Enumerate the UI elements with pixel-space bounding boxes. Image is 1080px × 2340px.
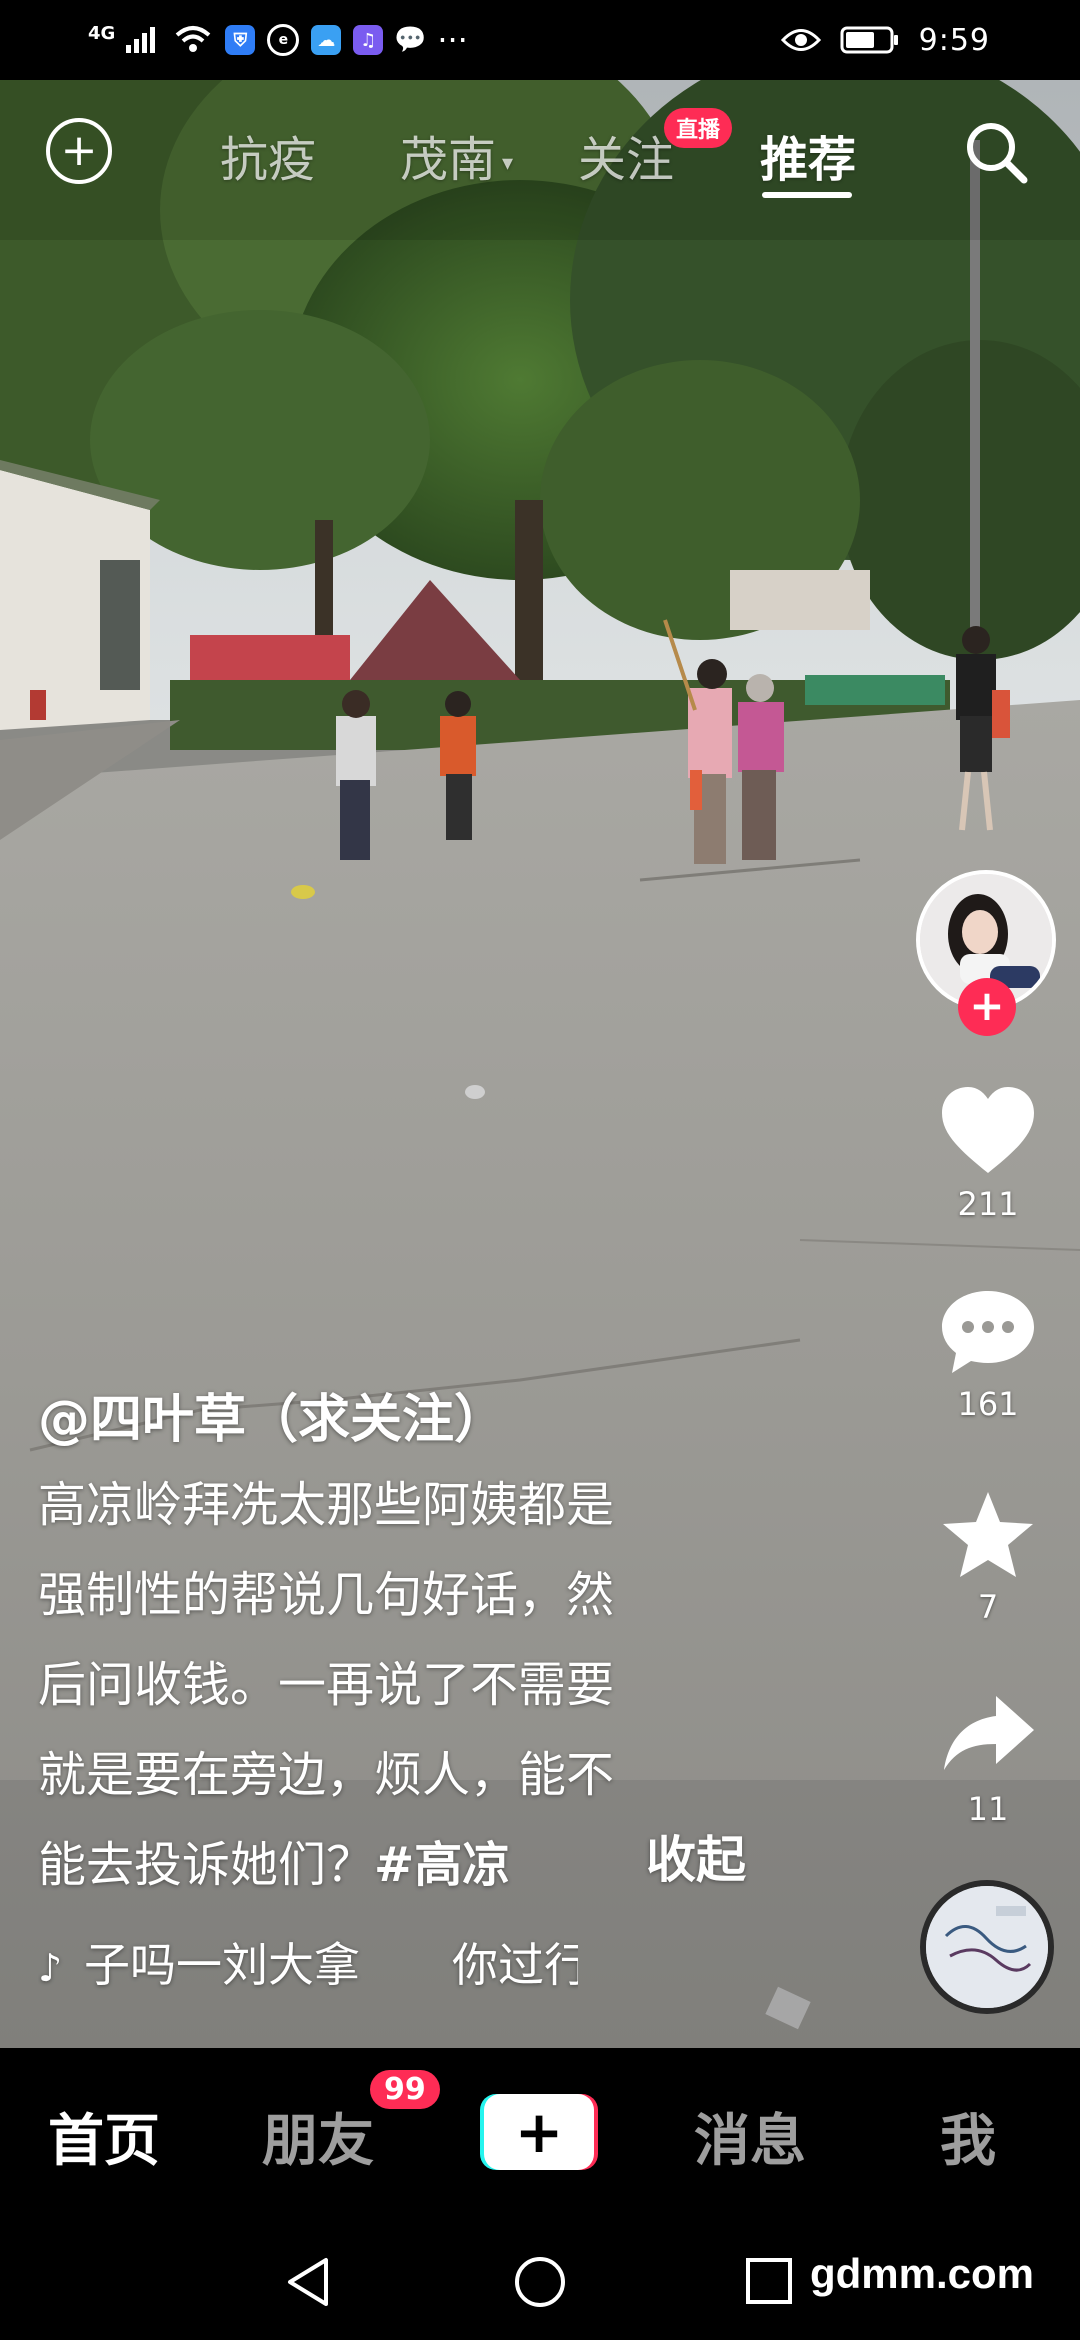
signal-icon [121, 20, 161, 60]
heart-icon [942, 1087, 1034, 1173]
eye-comfort-icon [780, 20, 821, 60]
follow-button[interactable]: + [958, 978, 1016, 1036]
comment-count: 161 [957, 1385, 1019, 1423]
star-icon [943, 1492, 1033, 1577]
search-button[interactable] [962, 118, 1032, 188]
music-title[interactable]: ♪ 子吗一刘大拿 你过行 [38, 1930, 578, 2000]
wifi-icon [173, 20, 213, 60]
tab-anti-epidemic[interactable]: 抗疫 [220, 120, 316, 190]
tab-friends[interactable]: 朋友 [262, 2096, 374, 2177]
favorite-button[interactable]: 7 [928, 1488, 1048, 1626]
top-nav: + 抗疫 茂南 ▾ 关注 直播 推荐 [0, 80, 1080, 220]
status-left: 4G ⛨ e ☁ ♫ 💬 ··· [88, 18, 468, 62]
back-triangle-icon[interactable] [282, 2254, 334, 2310]
tab-messages[interactable]: 消息 [694, 2096, 806, 2177]
chevron-down-icon: ▾ [502, 150, 514, 176]
favorite-count: 7 [977, 1588, 999, 1626]
tab-me[interactable]: 我 [940, 2096, 996, 2177]
plus-icon: + [484, 2094, 594, 2170]
music-cover-image [926, 1886, 1048, 2008]
active-tab-indicator [762, 192, 852, 198]
share-count: 11 [967, 1790, 1009, 1828]
music-app-icon: ♫ [353, 25, 384, 55]
comment-button[interactable]: 161 [928, 1285, 1048, 1423]
shield-app-icon: ⛨ [225, 25, 256, 55]
wechat-icon: 💬 [394, 25, 427, 55]
author-name[interactable]: @四叶草（求关注） [38, 1380, 778, 1460]
status-bar: 4G ⛨ e ☁ ♫ 💬 ··· 9:59 [0, 0, 1080, 80]
video-feed-screen: 4G ⛨ e ☁ ♫ 💬 ··· 9:59 + 抗疫 茂南 ▾ 关注 直播 推荐… [0, 0, 1080, 2340]
cloud-app-icon: ☁ [311, 25, 342, 55]
tab-local-label: 茂南 [400, 132, 497, 188]
hashtag-link[interactable]: #高凉 [374, 1837, 510, 1893]
clock: 9:59 [918, 22, 990, 58]
live-badge: 直播 [664, 108, 733, 148]
status-right: 9:59 [780, 18, 990, 62]
battery-icon [839, 20, 901, 60]
search-icon [967, 123, 1028, 184]
like-button[interactable]: 211 [928, 1085, 1048, 1223]
network-type-label: 4G [88, 22, 116, 44]
share-arrow-icon [944, 1696, 1034, 1770]
tab-recommended[interactable]: 推荐 [760, 120, 856, 190]
home-circle-icon[interactable] [512, 2254, 568, 2310]
caption-line: 强制性的帮说几句好话，然 [38, 1567, 615, 1623]
share-button[interactable]: 11 [928, 1690, 1048, 1828]
music-note-icon: ♪ [38, 1946, 63, 1990]
caption-line: 后问收钱。一再说了不需要 [38, 1657, 615, 1713]
tab-local[interactable]: 茂南 ▾ [400, 120, 513, 190]
bottom-tab-bar: 首页 朋友 99 + 消息 我 [0, 2048, 1080, 2226]
like-count: 211 [957, 1185, 1019, 1223]
add-circle-button[interactable]: + [46, 118, 112, 184]
tab-following[interactable]: 关注 [578, 120, 674, 190]
recents-square-icon[interactable] [744, 2256, 794, 2306]
more-notifications-icon: ··· [437, 21, 468, 59]
site-watermark: gdmm.com [810, 2250, 1035, 2297]
friends-notification-badge: 99 [370, 2070, 440, 2109]
caption-line-text: 能去投诉她们？ [38, 1837, 375, 1893]
caption-line: 就是要在旁边，烦人，能不 [38, 1747, 615, 1803]
music-title-text: 子吗一刘大拿 你过行 [84, 1938, 578, 1992]
caption-line: 高凉岭拜冼太那些阿姨都是 [38, 1477, 615, 1533]
browser-app-icon: e [267, 24, 300, 56]
tab-home[interactable]: 首页 [48, 2096, 160, 2177]
collapse-caption-button[interactable]: 收起 [646, 1820, 746, 1892]
music-disc[interactable] [920, 1880, 1054, 2014]
create-video-button[interactable]: + [480, 2094, 598, 2172]
comment-icon [942, 1291, 1034, 1373]
